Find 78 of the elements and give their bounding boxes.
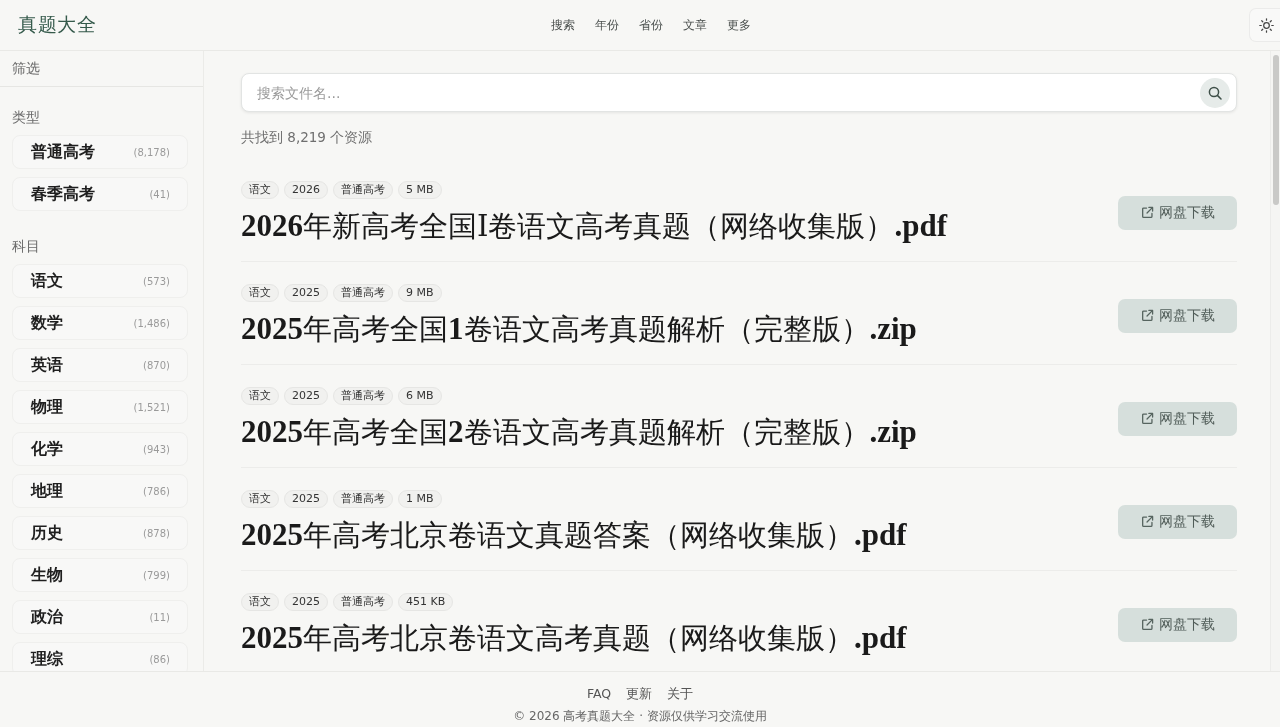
file-tag: 5 MB [398,181,442,199]
file-tag: 普通高考 [333,284,393,302]
item-count: (86) [149,653,170,665]
file-tag: 普通高考 [333,181,393,199]
external-link-icon [1140,412,1154,425]
theme-toggle-button[interactable] [1249,8,1280,42]
item-count: (786) [143,485,170,497]
nav-link[interactable]: 省份 [639,16,663,34]
item-count: (1,521) [133,401,170,413]
footer-link[interactable]: 更新 [626,686,653,703]
file-title: 2026年新高考全国Ⅰ卷语文高考真题（网络收集版）.pdf [241,208,948,244]
nav-link[interactable]: 搜索 [551,16,575,34]
file-tag: 2025 [284,284,328,302]
external-link-icon [1140,515,1154,528]
footer-link[interactable]: 关于 [667,686,694,703]
download-button[interactable]: 网盘下载 [1118,195,1237,230]
file-tag: 语文 [241,593,279,611]
download-button[interactable]: 网盘下载 [1118,401,1237,436]
file-tag: 普通高考 [333,387,393,405]
item-count: (573) [143,275,170,287]
nav-link[interactable]: 更多 [727,16,751,34]
scrollbar-thumb[interactable] [1273,55,1279,205]
file-tag: 2026 [284,181,328,199]
file-tag: 语文 [241,490,279,508]
search-icon [1208,85,1222,100]
footer-link[interactable]: FAQ [586,686,612,703]
file-tag: 451 KB [398,593,454,611]
result-count: 共找到 8,219 个资源 [241,129,374,147]
file-tag: 2025 [284,387,328,405]
download-button[interactable]: 网盘下载 [1118,607,1237,642]
search-field[interactable]: 搜索文件名... [241,73,1237,112]
filter-item[interactable]: 普通高考 (8,178) [12,135,188,169]
external-link-icon [1140,618,1154,631]
download-button[interactable]: 网盘下载 [1118,298,1237,333]
file-title: 2025年高考全国1卷语文高考真题解析（完整版）.zip [241,311,917,347]
file-tag: 普通高考 [333,593,393,611]
nav-link[interactable]: 年份 [595,16,619,34]
filter-heading: 筛选 [12,59,40,78]
item-count: (943) [143,443,170,455]
file-tag: 9 MB [398,284,442,302]
file-tag: 2025 [284,490,328,508]
filter-group-heading: 类型 [12,109,41,127]
item-count: (1,486) [133,317,170,329]
filter-item[interactable]: 物理 (1,521) [12,390,188,424]
copyright-text: © 2026 高考真题大全 · 资源仅供学习交流使用 [513,708,767,725]
filter-item[interactable]: 春季高考 (41) [12,177,188,211]
filter-item[interactable]: 语文 (573) [12,264,188,298]
filter-item[interactable]: 理综 (86) [12,642,188,671]
site-logo[interactable]: 真题大全 [18,13,96,35]
file-tag: 1 MB [398,490,442,508]
file-tag: 普通高考 [333,490,393,508]
filter-group-heading: 科目 [12,238,41,256]
item-count: (11) [149,611,170,623]
filter-item[interactable]: 地理 (786) [12,474,188,508]
filter-item[interactable]: 历史 (878) [12,516,188,550]
file-title: 2025年高考北京卷语文高考真题（网络收集版）.pdf [241,620,907,656]
filter-item[interactable]: 生物 (799) [12,558,188,592]
file-tag: 6 MB [398,387,442,405]
external-link-icon [1140,206,1154,219]
filter-item[interactable]: 化学 (943) [12,432,188,466]
item-count: (878) [143,527,170,539]
file-tag: 2025 [284,593,328,611]
item-count: (41) [149,188,170,200]
external-link-icon [1140,309,1154,322]
nav-link[interactable]: 文章 [683,16,707,34]
file-tag: 语文 [241,284,279,302]
item-count: (870) [143,359,170,371]
item-count: (799) [143,569,170,581]
item-count: (8,178) [133,146,170,158]
sun-icon [1258,17,1274,33]
filter-item[interactable]: 英语 (870) [12,348,188,382]
file-title: 2025年高考全国2卷语文高考真题解析（完整版）.zip [241,414,917,450]
file-title: 2025年高考北京卷语文真题答案（网络收集版）.pdf [241,517,907,553]
file-tag: 语文 [241,387,279,405]
filter-item[interactable]: 数学 (1,486) [12,306,188,340]
download-button[interactable]: 网盘下载 [1118,504,1237,539]
filter-item[interactable]: 政治 (11) [12,600,188,634]
file-tag: 语文 [241,181,279,199]
